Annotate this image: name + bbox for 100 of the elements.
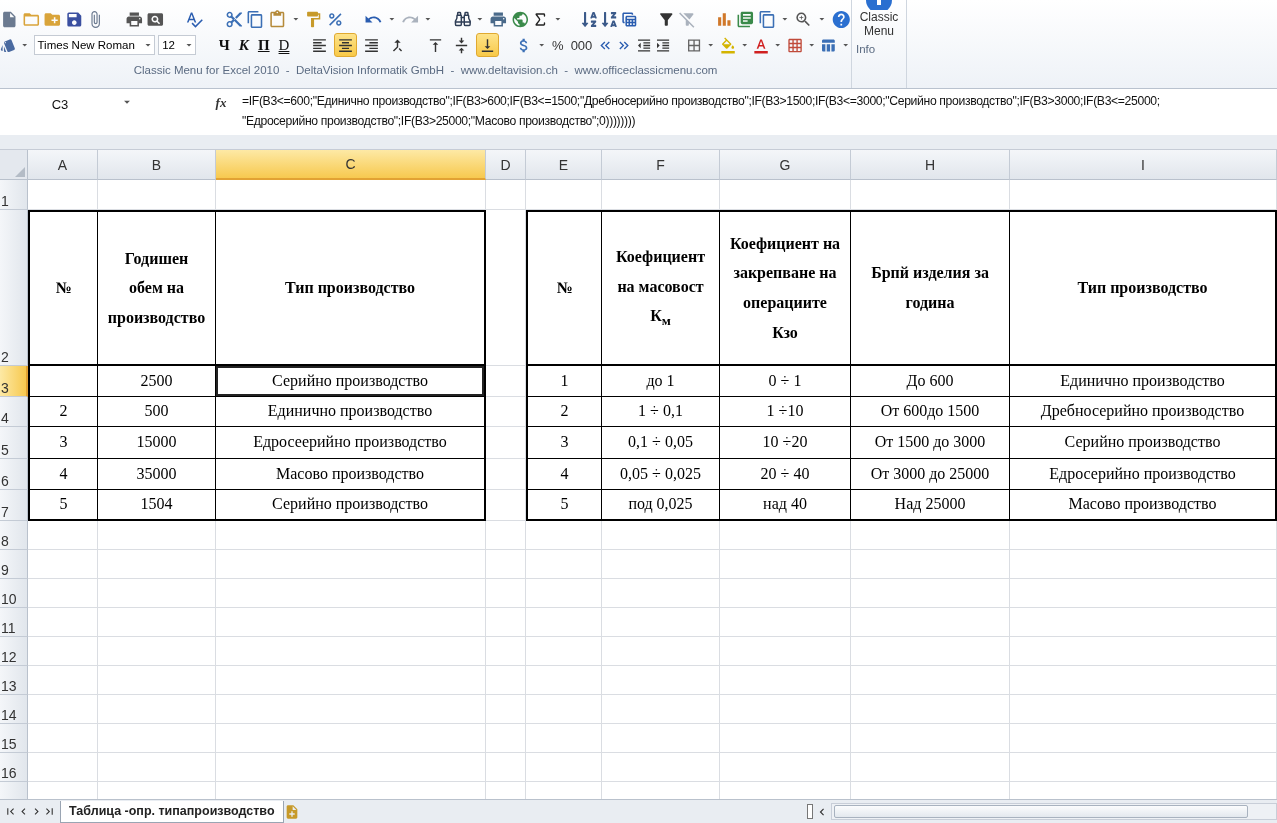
column-header[interactable]: I bbox=[1010, 150, 1277, 180]
select-all-button[interactable] bbox=[0, 150, 28, 180]
sheet-icon[interactable] bbox=[736, 9, 755, 29]
indent-increase-icon[interactable] bbox=[654, 36, 671, 54]
table-cell: Масово производство bbox=[1010, 490, 1277, 521]
globe-icon[interactable] bbox=[510, 9, 530, 29]
indent-decrease-icon[interactable] bbox=[635, 36, 652, 54]
row-header[interactable]: 6 bbox=[0, 459, 28, 490]
group-label: Info bbox=[856, 42, 876, 55]
row-header[interactable]: 11 bbox=[0, 608, 28, 637]
row-header[interactable] bbox=[0, 782, 28, 799]
left-align-icon bbox=[310, 36, 328, 54]
clipboard-icon[interactable] bbox=[268, 9, 287, 29]
row-header[interactable]: 12 bbox=[0, 637, 28, 666]
documents-icon[interactable] bbox=[757, 9, 777, 29]
table-cell: Единично производство bbox=[1010, 366, 1277, 397]
table-cell: над 40 bbox=[720, 490, 851, 521]
border-icon[interactable] bbox=[686, 36, 703, 54]
align-center-button[interactable] bbox=[333, 33, 357, 57]
table-cell: под 0,025 bbox=[602, 490, 720, 521]
copy-icon[interactable] bbox=[246, 9, 265, 29]
bold-button[interactable]: Ч bbox=[215, 34, 233, 56]
table-cell: 1 bbox=[526, 366, 602, 397]
header-cell: Брпй изделия за година bbox=[851, 210, 1010, 366]
table-cell: 10 ÷20 bbox=[720, 427, 851, 459]
sheet-tab[interactable]: Таблица -опр. типапроизводство bbox=[60, 800, 284, 823]
classic-menu-button[interactable]: Classic Menu bbox=[859, 0, 899, 39]
scissors-icon[interactable] bbox=[224, 9, 244, 29]
table-cell: Едросерийно производство bbox=[1010, 459, 1277, 490]
table-cell: Серийно производство bbox=[216, 490, 486, 521]
table-cell: 4 bbox=[28, 459, 98, 490]
column-header[interactable]: D bbox=[486, 150, 526, 180]
table-cell: Дребносерийно производство bbox=[1010, 397, 1277, 427]
row-header[interactable]: 15 bbox=[0, 724, 28, 753]
insert-function-button[interactable]: fx bbox=[200, 89, 242, 135]
fill-color-icon[interactable] bbox=[719, 36, 736, 54]
scrollbar-thumb[interactable] bbox=[834, 805, 1248, 818]
header-cell: № bbox=[526, 210, 602, 366]
double-button[interactable]: D bbox=[275, 34, 293, 56]
split-handle[interactable] bbox=[807, 804, 813, 819]
table-cell: До 600 bbox=[851, 366, 1010, 397]
table-cell: От 600до 1500 bbox=[851, 397, 1010, 427]
column-header[interactable]: C bbox=[216, 150, 486, 180]
header-cell: Коефициент на масовост К$_{м}$ bbox=[602, 210, 720, 366]
row-header[interactable]: 2 bbox=[0, 210, 28, 366]
styles-icon[interactable] bbox=[0, 36, 17, 54]
table-cell: 2 bbox=[28, 397, 98, 427]
row-header[interactable]: 3 bbox=[0, 366, 28, 397]
table-cell: 5 bbox=[28, 490, 98, 521]
table-cell: 1 ÷10 bbox=[720, 397, 851, 427]
ribbon-caption: Classic Menu for Excel 2010 - DeltaVision Informatik GmbH - www.deltavision.ch - www.officeclassicmenu.com bbox=[132, 64, 719, 76]
italic-button[interactable]: К bbox=[235, 34, 252, 56]
conditional-format-icon[interactable] bbox=[786, 36, 803, 54]
row-header[interactable]: 8 bbox=[0, 521, 28, 550]
number-format-button[interactable]: 000 bbox=[568, 37, 595, 53]
table-cell: 0,1 ÷ 0,05 bbox=[602, 427, 720, 459]
right-align-icon bbox=[362, 36, 380, 54]
font-size-field[interactable]: 12 bbox=[158, 35, 197, 55]
column-header[interactable]: B bbox=[98, 150, 216, 180]
row-header[interactable]: 1 bbox=[0, 180, 28, 210]
paintbrush-icon[interactable] bbox=[304, 9, 323, 29]
table-cell: 1504 bbox=[98, 490, 216, 521]
table-cell: до 1 bbox=[602, 366, 720, 397]
column-header[interactable]: E bbox=[526, 150, 602, 180]
column-header[interactable]: F bbox=[602, 150, 720, 180]
table-cell: Единично производство bbox=[216, 397, 486, 427]
column-header[interactable]: H bbox=[851, 150, 1010, 180]
help-icon[interactable] bbox=[830, 8, 852, 30]
row-header[interactable]: 7 bbox=[0, 490, 28, 521]
table-cell: От 3000 до 25000 bbox=[851, 459, 1010, 490]
align-bottom-button[interactable] bbox=[476, 33, 500, 57]
column-header[interactable]: A bbox=[28, 150, 98, 180]
format-table-icon[interactable] bbox=[820, 36, 837, 54]
name-box[interactable]: C3 bbox=[0, 89, 120, 135]
table-cell: 20 ÷ 40 bbox=[720, 459, 851, 490]
sort-ascending-icon[interactable] bbox=[581, 10, 598, 28]
header-cell: Коефициент на закрепване на операциите Кзо bbox=[720, 210, 851, 366]
font-field[interactable]: Times New Roman bbox=[33, 35, 156, 55]
table-cell: 2 bbox=[526, 397, 602, 427]
row-header[interactable]: 16 bbox=[0, 753, 28, 782]
table-cell: 4 bbox=[526, 459, 602, 490]
column-header[interactable]: G bbox=[720, 150, 851, 180]
triangle-icon bbox=[15, 167, 25, 177]
row-header[interactable]: 9 bbox=[0, 550, 28, 579]
row-header[interactable]: 4 bbox=[0, 397, 28, 427]
number-format-button[interactable]: % bbox=[550, 37, 566, 53]
binoculars-icon[interactable] bbox=[453, 10, 472, 28]
row-header[interactable]: 14 bbox=[0, 695, 28, 724]
formula-field[interactable]: =IF(B3<=600;"Единично производство";IF(B3>600;IF(B3<=1500;"Дребносерийно производство";IF(B3>1500;IF(B3<=3000;"Серийно производство";IF(B3>3000;IF(B3<=25000; "Едросерийно производство";IF(B3>25000;"Масово производство";0)))))))) bbox=[242, 89, 1277, 135]
table-cell: Серийно производство bbox=[1010, 427, 1277, 459]
header-cell: Годишен обем на производство bbox=[98, 210, 216, 366]
table-cell: 5 bbox=[526, 490, 602, 521]
row-header[interactable]: 13 bbox=[0, 666, 28, 695]
row-header[interactable]: 10 bbox=[0, 579, 28, 608]
font-color-icon[interactable] bbox=[753, 36, 770, 54]
scrollbar-track[interactable] bbox=[831, 803, 1277, 820]
table-cell: От 1500 до 3000 bbox=[851, 427, 1010, 459]
underline-button[interactable]: П bbox=[254, 34, 273, 56]
row-header[interactable]: 5 bbox=[0, 427, 28, 459]
sort-descending-icon[interactable] bbox=[600, 10, 618, 28]
